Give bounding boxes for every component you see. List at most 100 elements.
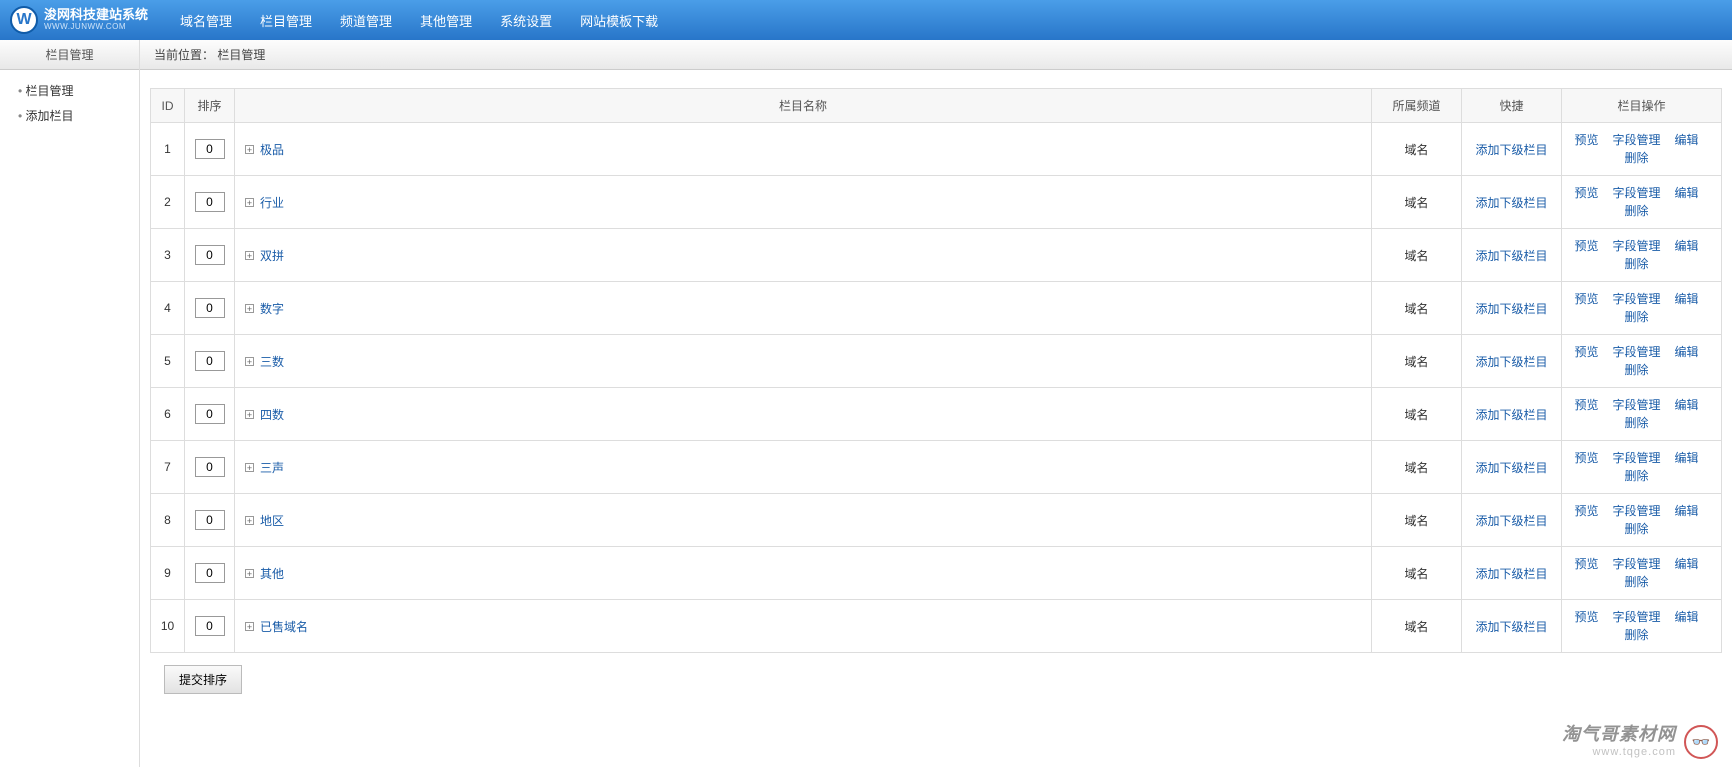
add-sub-link[interactable]: 添加下级栏目 (1475, 249, 1547, 263)
nav-template[interactable]: 网站模板下载 (580, 11, 658, 30)
table-row: 5+三数域名添加下级栏目预览字段管理编辑删除 (151, 335, 1722, 388)
preview-link[interactable]: 预览 (1574, 131, 1598, 149)
expand-icon[interactable]: + (245, 516, 254, 525)
sort-input[interactable] (195, 510, 225, 530)
expand-icon[interactable]: + (245, 569, 254, 578)
fields-link[interactable]: 字段管理 (1612, 608, 1660, 626)
preview-link[interactable]: 预览 (1574, 396, 1598, 414)
add-sub-link[interactable]: 添加下级栏目 (1475, 514, 1547, 528)
delete-link[interactable]: 删除 (1624, 149, 1648, 167)
preview-link[interactable]: 预览 (1574, 555, 1598, 573)
preview-link[interactable]: 预览 (1574, 608, 1598, 626)
column-name-link[interactable]: 三声 (260, 461, 284, 475)
column-name-link[interactable]: 数字 (260, 302, 284, 316)
add-sub-link[interactable]: 添加下级栏目 (1475, 196, 1547, 210)
delete-link[interactable]: 删除 (1624, 361, 1648, 379)
cell-channel: 域名 (1372, 494, 1462, 547)
cell-id: 8 (151, 494, 185, 547)
sort-input[interactable] (195, 298, 225, 318)
add-sub-link[interactable]: 添加下级栏目 (1475, 620, 1547, 634)
cell-name: + 地区 (235, 494, 1372, 547)
edit-link[interactable]: 编辑 (1675, 396, 1699, 414)
add-sub-link[interactable]: 添加下级栏目 (1475, 461, 1547, 475)
delete-link[interactable]: 删除 (1624, 308, 1648, 326)
edit-link[interactable]: 编辑 (1675, 608, 1699, 626)
brand-subtitle: WWW.JUNWW.COM (44, 23, 148, 32)
delete-link[interactable]: 删除 (1624, 626, 1648, 644)
fields-link[interactable]: 字段管理 (1612, 290, 1660, 308)
nav-other[interactable]: 其他管理 (420, 11, 472, 30)
add-sub-link[interactable]: 添加下级栏目 (1475, 143, 1547, 157)
fields-link[interactable]: 字段管理 (1612, 502, 1660, 520)
column-name-link[interactable]: 极品 (260, 143, 284, 157)
fields-link[interactable]: 字段管理 (1612, 237, 1660, 255)
sort-input[interactable] (195, 457, 225, 477)
edit-link[interactable]: 编辑 (1675, 555, 1699, 573)
preview-link[interactable]: 预览 (1574, 343, 1598, 361)
sidebar-item-add[interactable]: 添加栏目 (18, 103, 139, 128)
sort-input[interactable] (195, 192, 225, 212)
preview-link[interactable]: 预览 (1574, 502, 1598, 520)
sort-input[interactable] (195, 404, 225, 424)
edit-link[interactable]: 编辑 (1675, 131, 1699, 149)
column-name-link[interactable]: 行业 (260, 196, 284, 210)
column-name-link[interactable]: 地区 (260, 514, 284, 528)
edit-link[interactable]: 编辑 (1675, 237, 1699, 255)
column-name-link[interactable]: 双拼 (260, 249, 284, 263)
sidebar-item-manage[interactable]: 栏目管理 (18, 78, 139, 103)
sort-input[interactable] (195, 563, 225, 583)
nav-column[interactable]: 栏目管理 (260, 11, 312, 30)
delete-link[interactable]: 删除 (1624, 414, 1648, 432)
sort-input[interactable] (195, 616, 225, 636)
cell-id: 7 (151, 441, 185, 494)
edit-link[interactable]: 编辑 (1675, 290, 1699, 308)
column-name-link[interactable]: 已售域名 (260, 620, 308, 634)
th-name: 栏目名称 (235, 89, 1372, 123)
delete-link[interactable]: 删除 (1624, 520, 1648, 538)
expand-icon[interactable]: + (245, 198, 254, 207)
expand-icon[interactable]: + (245, 410, 254, 419)
add-sub-link[interactable]: 添加下级栏目 (1475, 408, 1547, 422)
delete-link[interactable]: 删除 (1624, 255, 1648, 273)
delete-link[interactable]: 删除 (1624, 467, 1648, 485)
fields-link[interactable]: 字段管理 (1612, 555, 1660, 573)
submit-sort-button[interactable]: 提交排序 (164, 665, 242, 694)
expand-icon[interactable]: + (245, 145, 254, 154)
fields-link[interactable]: 字段管理 (1612, 184, 1660, 202)
fields-link[interactable]: 字段管理 (1612, 131, 1660, 149)
nav-domain[interactable]: 域名管理 (180, 11, 232, 30)
sort-input[interactable] (195, 245, 225, 265)
preview-link[interactable]: 预览 (1574, 237, 1598, 255)
sort-input[interactable] (195, 351, 225, 371)
edit-link[interactable]: 编辑 (1675, 343, 1699, 361)
add-sub-link[interactable]: 添加下级栏目 (1475, 567, 1547, 581)
cell-name: + 双拼 (235, 229, 1372, 282)
cell-channel: 域名 (1372, 123, 1462, 176)
column-name-link[interactable]: 其他 (260, 567, 284, 581)
fields-link[interactable]: 字段管理 (1612, 343, 1660, 361)
preview-link[interactable]: 预览 (1574, 290, 1598, 308)
add-sub-link[interactable]: 添加下级栏目 (1475, 355, 1547, 369)
edit-link[interactable]: 编辑 (1675, 502, 1699, 520)
preview-link[interactable]: 预览 (1574, 184, 1598, 202)
expand-icon[interactable]: + (245, 357, 254, 366)
column-name-link[interactable]: 三数 (260, 355, 284, 369)
sort-input[interactable] (195, 139, 225, 159)
edit-link[interactable]: 编辑 (1675, 184, 1699, 202)
add-sub-link[interactable]: 添加下级栏目 (1475, 302, 1547, 316)
nav-channel[interactable]: 频道管理 (340, 11, 392, 30)
fields-link[interactable]: 字段管理 (1612, 449, 1660, 467)
cell-id: 3 (151, 229, 185, 282)
expand-icon[interactable]: + (245, 622, 254, 631)
edit-link[interactable]: 编辑 (1675, 449, 1699, 467)
expand-icon[interactable]: + (245, 304, 254, 313)
delete-link[interactable]: 删除 (1624, 202, 1648, 220)
expand-icon[interactable]: + (245, 463, 254, 472)
delete-link[interactable]: 删除 (1624, 573, 1648, 591)
column-name-link[interactable]: 四数 (260, 408, 284, 422)
preview-link[interactable]: 预览 (1574, 449, 1598, 467)
expand-icon[interactable]: + (245, 251, 254, 260)
nav-settings[interactable]: 系统设置 (500, 11, 552, 30)
fields-link[interactable]: 字段管理 (1612, 396, 1660, 414)
top-nav: W 浚网科技建站系统 WWW.JUNWW.COM 域名管理 栏目管理 频道管理 … (0, 0, 1732, 40)
